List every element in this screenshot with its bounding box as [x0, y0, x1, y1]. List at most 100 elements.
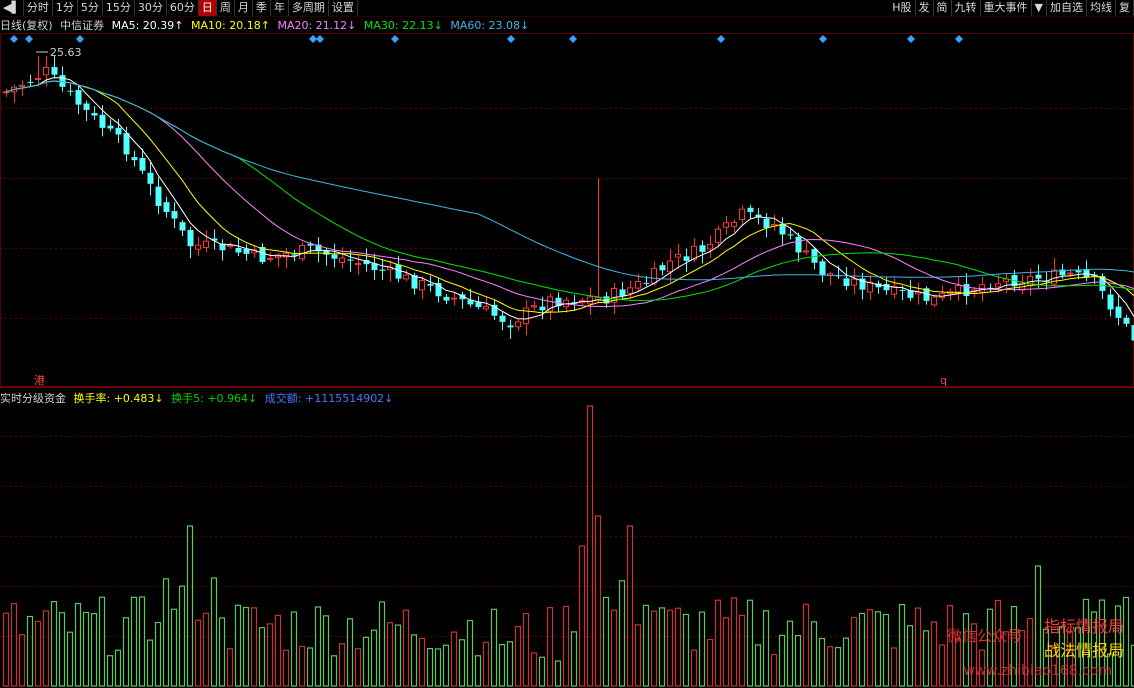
volume-bar: [610, 609, 618, 687]
volume-bar: [210, 577, 218, 687]
volume-bar: [770, 653, 778, 687]
candle-body: [955, 285, 961, 293]
watermark: 微信公众号 指标情报局 战法情报局 www.zhibiao168.com: [906, 611, 1126, 685]
kline-chart[interactable]: 25.63 港 q: [0, 0, 1134, 688]
volume-bar: [626, 525, 634, 687]
candle-body: [187, 230, 194, 247]
volume-bar: [50, 601, 58, 687]
watermark-wechat: 微信公众号: [946, 627, 1022, 645]
candle-body: [483, 306, 489, 310]
volume-bar: [34, 620, 42, 687]
candle-body: [227, 244, 233, 248]
volume-bar: [594, 515, 602, 687]
volume-bar: [98, 596, 106, 687]
signal-diamond-icon: [76, 35, 84, 43]
volume-bar: [386, 622, 394, 687]
signal-diamond-icon: [25, 35, 33, 43]
amount-value: 成交额: +1115514902↓: [264, 392, 394, 405]
candle-body: [403, 274, 409, 280]
volume-bar: [562, 605, 570, 687]
volume-bar: [202, 612, 210, 687]
volume-bar: [322, 615, 330, 687]
candle-body: [739, 208, 745, 221]
candle-body: [1107, 294, 1114, 310]
candle-body: [1035, 274, 1042, 279]
volume-bar: [682, 613, 690, 687]
volume-bar: [802, 603, 810, 687]
candle-body: [163, 202, 170, 213]
volume-bar: [642, 604, 650, 687]
volume-bar: [82, 611, 90, 687]
candle-body: [819, 261, 826, 276]
signal-diamond-icon: [309, 35, 317, 43]
volume-bar: [650, 610, 658, 687]
volume-bar: [58, 612, 66, 687]
volume-bar: [450, 631, 458, 687]
volume-bar: [634, 624, 642, 687]
candle-body: [115, 127, 122, 135]
candle-body: [539, 306, 546, 311]
volume-bar: [810, 621, 818, 687]
candle-body: [787, 234, 794, 236]
candle-body: [1123, 317, 1130, 324]
candle-body: [699, 245, 706, 252]
volume-bar: [170, 608, 178, 687]
marker-left: 港: [34, 374, 45, 387]
volume-bar: [618, 580, 626, 687]
volume-bar: [10, 603, 18, 687]
volume-bar: [346, 618, 354, 687]
candle-body: [35, 77, 41, 80]
candle-body: [51, 67, 58, 75]
candle-body: [147, 172, 154, 184]
volume-bar: [306, 647, 314, 687]
turnover-value: 换手率: +0.483↓: [73, 392, 164, 405]
candle-body: [675, 253, 681, 258]
volume-bar: [522, 612, 530, 687]
signal-diamond-icon: [717, 35, 725, 43]
candle-body: [139, 158, 146, 171]
signal-diamond-icon: [819, 35, 827, 43]
candle-body: [355, 262, 361, 266]
volume-bar: [410, 634, 418, 687]
volume-bar: [570, 631, 578, 687]
volume-bar: [706, 638, 714, 687]
volume-bar: [122, 617, 130, 687]
volume-bar: [674, 607, 682, 687]
ma60-line: [5, 80, 1134, 281]
volume-bar: [138, 596, 146, 687]
candle-body: [683, 256, 690, 261]
candle-body: [19, 84, 25, 87]
candle-body: [235, 248, 242, 253]
volume-bar: [154, 621, 162, 687]
volume-bar: [146, 639, 154, 687]
watermark-name2: 战法情报局: [1043, 641, 1124, 660]
candle-body: [395, 264, 402, 279]
marker-right: q: [940, 374, 947, 387]
candle-body: [427, 283, 434, 286]
candle-body: [475, 302, 482, 308]
volume-bar: [314, 606, 322, 687]
volume-bar: [362, 636, 370, 687]
volume-bar: [394, 624, 402, 687]
volume-bar: [466, 619, 474, 687]
candle-body: [731, 221, 737, 227]
volume-bar: [530, 652, 538, 687]
volume-bar: [162, 578, 170, 687]
volume-bar: [890, 647, 898, 687]
volume-bar: [554, 660, 562, 687]
volume-bar: [762, 610, 770, 687]
high-price-label: 25.63: [50, 46, 82, 59]
volume-bar: [90, 613, 98, 687]
candle-body: [179, 222, 186, 231]
volume-bar: [474, 655, 482, 687]
candle-body: [619, 289, 626, 297]
signal-diamond-icon: [10, 35, 18, 43]
candle-body: [531, 305, 537, 308]
signal-diamond-icon: [955, 35, 963, 43]
volume-bar: [250, 607, 258, 687]
volume-bar: [18, 634, 26, 687]
candle-body: [707, 243, 713, 250]
volume-bar: [850, 616, 858, 687]
candle-body: [627, 287, 633, 294]
volume-bar: [26, 615, 34, 687]
